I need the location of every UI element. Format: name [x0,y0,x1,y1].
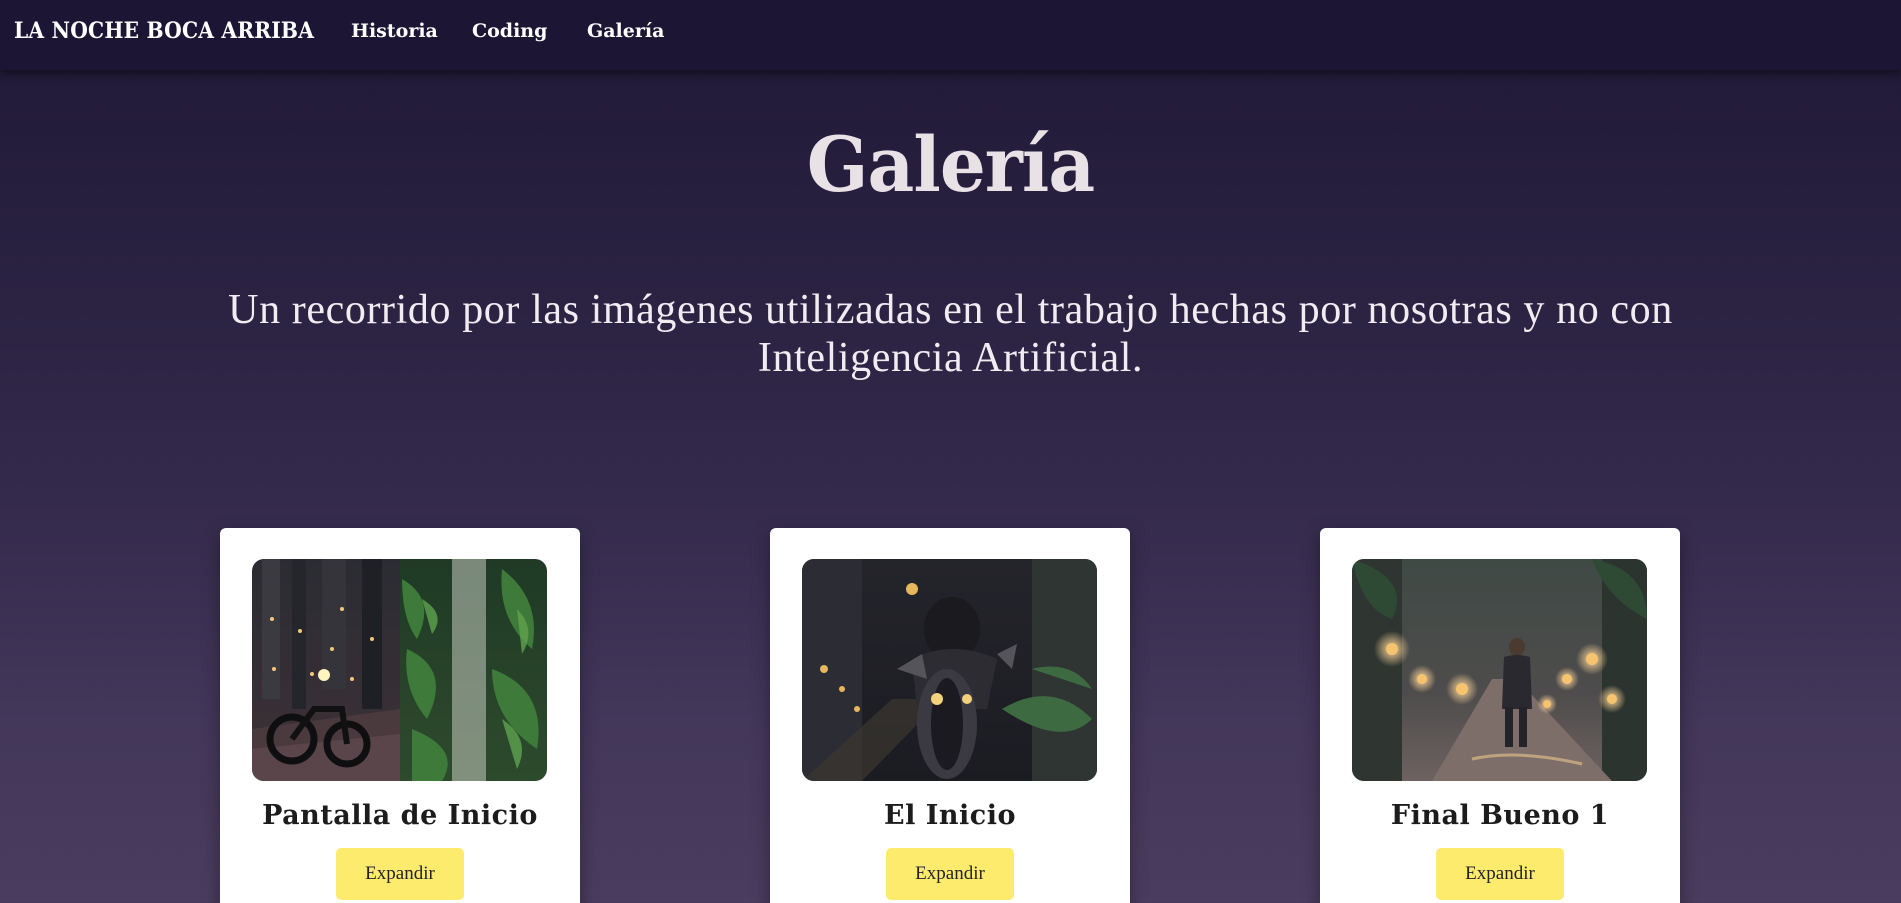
gallery-image-final-bueno-1 [1352,559,1647,781]
nav-link-galeria[interactable]: Galería [587,20,664,42]
gallery-card-final-bueno-1: Final Bueno 1 Expandir [1320,528,1680,903]
motorcyclist-night-image [802,559,1097,781]
page-title: Galería [806,120,1095,209]
page-subtitle: Un recorrido por las imágenes utilizadas… [228,287,1673,381]
gallery-image-pantalla-de-inicio [252,559,547,781]
nav-link-historia[interactable]: Historia [351,20,438,42]
expand-button[interactable]: Expandir [336,848,464,900]
expand-button[interactable]: Expandir [1436,848,1564,900]
card-title: El Inicio [884,800,1016,831]
card-title: Final Bueno 1 [1390,800,1610,831]
top-navbar: LA NOCHE BOCA ARRIBA Historia Coding Gal… [0,0,1901,70]
gallery-image-el-inicio [802,559,1097,781]
brand-logo[interactable]: LA NOCHE BOCA ARRIBA [14,18,314,44]
night-street-motorcycle-jungle-image [252,559,547,781]
gallery-card-el-inicio: El Inicio Expandir [770,528,1130,903]
expand-button[interactable]: Expandir [886,848,1014,900]
man-walking-lantern-street-image [1352,559,1647,781]
nav-link-coding[interactable]: Coding [472,20,547,42]
card-title: Pantalla de Inicio [262,800,538,831]
gallery-card-pantalla-de-inicio: Pantalla de Inicio Expandir [220,528,580,903]
